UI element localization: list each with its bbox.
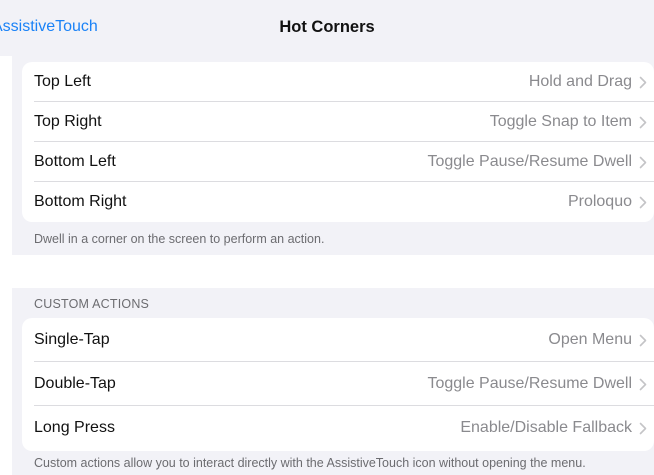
row-value: Toggle Pause/Resume Dwell xyxy=(427,375,632,392)
row-value: Toggle Snap to Item xyxy=(489,113,632,130)
row-label: Single-Tap xyxy=(34,331,110,348)
hot-corners-section: Top Left Hold and Drag Top Right Toggle … xyxy=(12,56,654,255)
row-label: Long Press xyxy=(34,419,115,436)
row-top-right[interactable]: Top Right Toggle Snap to Item xyxy=(22,102,654,142)
row-double-tap[interactable]: Double-Tap Toggle Pause/Resume Dwell xyxy=(22,362,654,406)
section-header: CUSTOM ACTIONS xyxy=(34,297,150,311)
row-label: Bottom Left xyxy=(34,153,116,170)
row-label: Top Left xyxy=(34,73,91,90)
row-bottom-left[interactable]: Bottom Left Toggle Pause/Resume Dwell xyxy=(22,142,654,182)
custom-actions-section: CUSTOM ACTIONS Single-Tap Open Menu Doub… xyxy=(12,288,654,475)
chevron-right-icon xyxy=(632,196,654,209)
row-long-press[interactable]: Long Press Enable/Disable Fallback xyxy=(22,406,654,450)
row-value: Toggle Pause/Resume Dwell xyxy=(427,153,632,170)
chevron-right-icon xyxy=(632,378,654,391)
row-single-tap[interactable]: Single-Tap Open Menu xyxy=(22,318,654,362)
chevron-right-icon xyxy=(632,116,654,129)
section-footer: Dwell in a corner on the screen to perfo… xyxy=(34,232,325,246)
row-value: Open Menu xyxy=(548,331,632,348)
row-value: Enable/Disable Fallback xyxy=(460,419,632,436)
custom-actions-list: Single-Tap Open Menu Double-Tap Toggle P… xyxy=(22,318,654,451)
hot-corners-list: Top Left Hold and Drag Top Right Toggle … xyxy=(22,62,654,222)
row-top-left[interactable]: Top Left Hold and Drag xyxy=(22,62,654,102)
chevron-right-icon xyxy=(632,334,654,347)
row-label: Top Right xyxy=(34,113,102,130)
section-footer: Custom actions allow you to interact dir… xyxy=(34,456,586,470)
row-value: Hold and Drag xyxy=(528,73,632,90)
row-bottom-right[interactable]: Bottom Right Proloquo xyxy=(22,182,654,222)
row-value: Proloquo xyxy=(567,193,632,210)
row-label: Bottom Right xyxy=(34,193,127,210)
row-label: Double-Tap xyxy=(34,375,116,392)
navigation-bar: AssistiveTouch Hot Corners xyxy=(0,0,654,56)
chevron-right-icon xyxy=(632,156,654,169)
page-title: Hot Corners xyxy=(279,18,375,36)
chevron-right-icon xyxy=(632,422,654,435)
chevron-right-icon xyxy=(632,76,654,89)
